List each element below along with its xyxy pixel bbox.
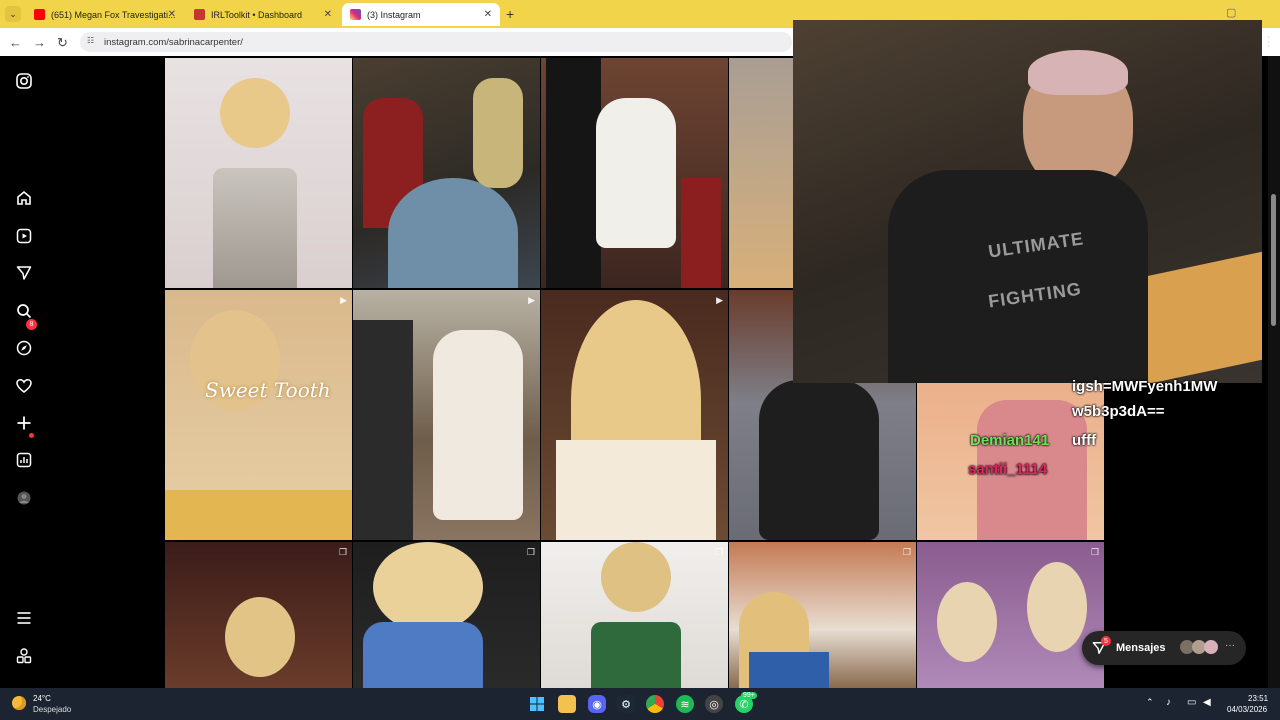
reload-icon[interactable]: ↻ (57, 35, 68, 51)
url-text: instagram.com/sabrinacarpenter/ (104, 37, 243, 48)
maximize-icon[interactable]: ▢ (1226, 6, 1236, 19)
post-thumbnail[interactable] (541, 58, 728, 288)
clock-date[interactable]: 04/03/2026 (1227, 705, 1267, 714)
tray-chevron-icon[interactable]: ⌃ (1146, 697, 1154, 708)
tab-title: (651) Megan Fox Travestigati... (51, 9, 176, 20)
steam-icon[interactable]: ⚙ (617, 695, 635, 713)
close-icon[interactable]: ✕ (324, 9, 332, 20)
tab-youtube[interactable]: (651) Megan Fox Travestigati... ✕ (26, 3, 184, 26)
chat-username: santii_1114 (968, 461, 1048, 478)
chat-message: w5b3p3dA== (1072, 403, 1165, 420)
instagram-logo-icon[interactable] (14, 71, 34, 91)
meta-apps-icon[interactable] (14, 646, 34, 666)
more-menu-icon[interactable] (14, 608, 34, 628)
whatsapp-badge: 99+ (741, 692, 757, 699)
close-icon[interactable]: ✕ (168, 9, 176, 20)
windows-start-icon[interactable] (528, 695, 546, 713)
instagram-sidebar: 8 (0, 56, 48, 688)
home-icon[interactable] (14, 188, 34, 208)
post-thumbnail[interactable]: ❐ (541, 542, 728, 688)
search-icon[interactable] (14, 301, 34, 321)
post-thumbnail[interactable]: ❐ (917, 542, 1104, 688)
carousel-indicator-icon: ❐ (1090, 547, 1099, 557)
post-thumbnail[interactable]: ❐ (165, 542, 352, 688)
carousel-indicator-icon: ❐ (902, 547, 911, 557)
messages-badge: 5 (1101, 636, 1111, 646)
new-tab-button[interactable]: + (506, 6, 514, 22)
post-thumbnail[interactable] (165, 58, 352, 288)
reels-icon[interactable] (14, 226, 34, 246)
streamer-shirt (888, 170, 1148, 383)
discord-icon[interactable]: ◉ (588, 695, 606, 713)
messages-pill[interactable]: 5 Mensajes ··· (1082, 631, 1246, 665)
reel-indicator-icon: ▶ (716, 295, 723, 305)
notification-dot (29, 433, 34, 438)
tab-title: IRLToolkit • Dashboard (211, 9, 303, 20)
post-thumbnail[interactable] (353, 58, 540, 288)
youtube-icon (34, 9, 45, 20)
page-scrollbar[interactable] (1268, 56, 1280, 688)
explore-icon[interactable] (14, 338, 34, 358)
avatar (1204, 640, 1218, 654)
post-thumbnail[interactable]: ❐ (729, 542, 916, 688)
direct-messages-icon[interactable] (14, 263, 34, 283)
tab-irltoolkit[interactable]: IRLToolkit • Dashboard ✕ (186, 3, 340, 26)
irltoolkit-icon (194, 9, 205, 20)
chat-username: Demian141 (970, 432, 1050, 449)
carousel-indicator-icon: ❐ (714, 547, 723, 557)
post-thumbnail[interactable]: ❐ (353, 542, 540, 688)
microphone-icon[interactable]: ♪ (1166, 697, 1171, 708)
scrollbar-thumb[interactable] (1271, 194, 1276, 326)
carousel-indicator-icon: ❐ (526, 547, 535, 557)
post-thumbnail[interactable]: Sweet Tooth ▶ (165, 290, 352, 540)
tab-search-button[interactable]: ⌄ (5, 6, 21, 22)
back-icon[interactable]: ← (9, 35, 22, 50)
instagram-icon (350, 9, 361, 20)
webcam-overlay: ULTIMATE FIGHTING (793, 20, 1262, 383)
tab-title: (3) Instagram (367, 9, 421, 20)
messages-label: Mensajes (1116, 642, 1166, 654)
tab-instagram[interactable]: (3) Instagram ✕ (342, 3, 500, 26)
chrome-icon[interactable] (646, 695, 664, 713)
chat-message: igsh=MWFyenh1MW (1072, 378, 1218, 395)
weather-icon[interactable] (12, 696, 26, 710)
obs-icon[interactable]: ◎ (705, 695, 723, 713)
create-icon[interactable] (14, 413, 34, 433)
more-icon: ··· (1225, 640, 1235, 651)
volume-icon[interactable]: ◀ (1203, 697, 1211, 708)
chat-message: ufff (1072, 432, 1097, 449)
clock-time[interactable]: 23:51 (1248, 694, 1268, 703)
forward-icon[interactable]: → (33, 35, 46, 50)
network-icon[interactable]: ▭ (1187, 697, 1196, 708)
post-thumbnail[interactable]: ▶ (353, 290, 540, 540)
spotify-icon[interactable]: ≋ (676, 695, 694, 713)
profile-avatar-icon[interactable] (14, 488, 34, 508)
reel-indicator-icon: ▶ (528, 295, 535, 305)
notifications-heart-icon[interactable] (14, 376, 34, 396)
post-thumbnail[interactable]: ▶ (541, 290, 728, 540)
address-bar[interactable]: ☷ instagram.com/sabrinacarpenter/ (80, 32, 792, 52)
dashboard-icon[interactable] (14, 450, 34, 470)
browser-menu-icon[interactable]: ⋮ (1262, 34, 1275, 50)
weather-temp: 24°C (33, 694, 51, 703)
carousel-indicator-icon: ❐ (338, 547, 347, 557)
post-thumbnail[interactable] (729, 58, 794, 288)
file-explorer-icon[interactable] (558, 695, 576, 713)
close-icon[interactable]: ✕ (484, 9, 492, 20)
weather-desc: Despejado (33, 705, 72, 714)
site-info-icon[interactable]: ☷ (87, 36, 97, 46)
reel-indicator-icon: ▶ (340, 295, 347, 305)
windows-taskbar: 24°C Despejado ◉ ⚙ ≋ ◎ ✆ 99+ ⌃ ♪ ▭ ◀ 23:… (0, 688, 1280, 720)
